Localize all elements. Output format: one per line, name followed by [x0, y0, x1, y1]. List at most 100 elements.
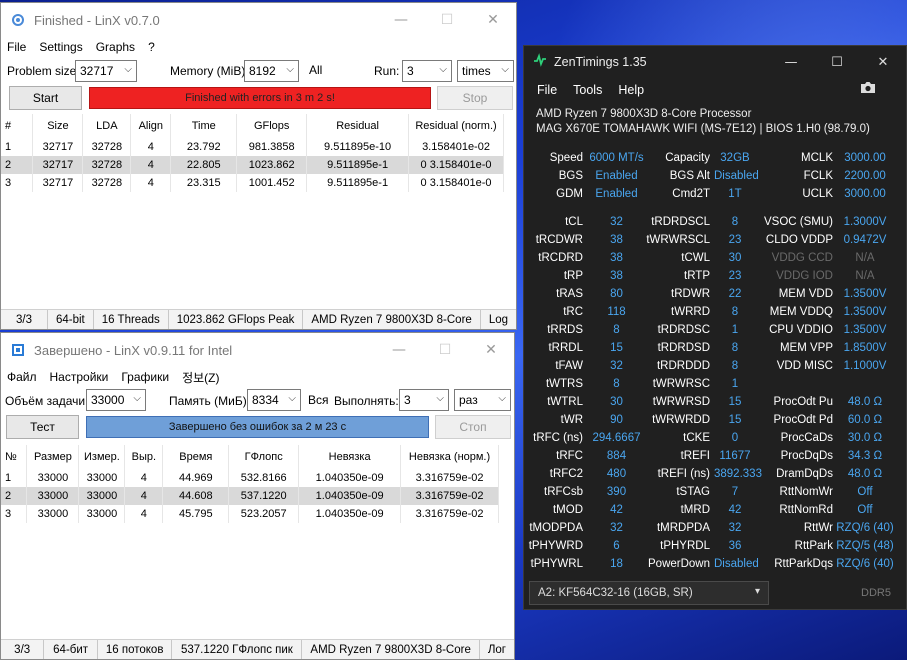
- col-header[interactable]: №: [1, 445, 28, 469]
- col-header[interactable]: Residual (norm.): [408, 114, 504, 138]
- window-title: Завершено - LinX v0.9.11 for Intel: [34, 342, 233, 358]
- timing-label: tSTAG: [676, 486, 710, 498]
- timing-label: tMRDPDA: [656, 522, 710, 534]
- problem-size-combo[interactable]: 33000 ⌵: [86, 389, 146, 411]
- maximize-icon[interactable]: ☐: [422, 333, 468, 367]
- minimize-icon[interactable]: —: [378, 3, 424, 37]
- timing-label: ProcCaDs: [780, 432, 833, 444]
- timing-label: ProcOdt Pd: [773, 414, 833, 426]
- col-header[interactable]: LDA: [82, 114, 132, 138]
- cell: 32717: [32, 174, 84, 192]
- col-header[interactable]: Time: [170, 114, 238, 138]
- start-button[interactable]: Start: [9, 86, 82, 110]
- col-header[interactable]: ГФлопс: [228, 445, 300, 469]
- linx-app-icon: [10, 12, 26, 28]
- cell: 32717: [32, 156, 84, 174]
- pulse-icon: [533, 53, 547, 71]
- menu-info[interactable]: 정보(Z): [182, 369, 219, 386]
- timing-label: MEM VPP: [779, 342, 833, 354]
- col-header[interactable]: Align: [130, 114, 172, 138]
- stop-button[interactable]: Stop: [437, 86, 513, 110]
- module-select[interactable]: A2: KF564C32-16 (16GB, SR) ▾: [529, 581, 769, 605]
- timing-label: tRAS: [556, 288, 583, 300]
- col-header[interactable]: GFlops: [236, 114, 308, 138]
- timing-label: RttNomRd: [779, 504, 833, 516]
- minimize-icon[interactable]: —: [376, 333, 422, 367]
- timing-label: tRDWR: [671, 288, 710, 300]
- run-unit-combo[interactable]: times ⌵: [457, 60, 514, 82]
- memory-combo[interactable]: 8334 ⌵: [247, 389, 301, 411]
- chevron-down-icon: ⌵: [439, 64, 447, 75]
- menu-file[interactable]: File: [537, 83, 557, 97]
- title-bar[interactable]: Завершено - LinX v0.9.11 for Intel — ☐ ✕: [1, 333, 514, 367]
- stop-button[interactable]: Стоп: [435, 415, 511, 439]
- problem-size-combo[interactable]: 32717 ⌵: [75, 60, 137, 82]
- close-icon[interactable]: ✕: [468, 333, 514, 367]
- maximize-icon[interactable]: ☐: [424, 3, 470, 37]
- menu-tools[interactable]: Tools: [573, 83, 602, 97]
- menu-graphs[interactable]: Графики: [121, 370, 169, 384]
- menu-file[interactable]: Файл: [7, 370, 37, 384]
- minimize-icon[interactable]: —: [768, 46, 814, 78]
- close-icon[interactable]: ✕: [860, 46, 906, 78]
- menu-help[interactable]: Help: [618, 83, 644, 97]
- title-bar[interactable]: Finished - LinX v0.7.0 — ☐ ✕: [1, 3, 516, 37]
- memory-combo[interactable]: 8192 ⌵: [244, 60, 299, 82]
- timing-value: Off: [857, 486, 873, 498]
- col-header[interactable]: Размер: [26, 445, 80, 469]
- menu-help[interactable]: ?: [148, 40, 155, 54]
- cell: 4: [130, 174, 172, 192]
- cell: 33000: [78, 487, 126, 505]
- cell: 3: [1, 174, 34, 192]
- cell: 1023.862: [236, 156, 308, 174]
- col-header[interactable]: #: [1, 114, 34, 138]
- timing-label: tRFCsb: [544, 486, 583, 498]
- run-count-combo[interactable]: 3 ⌵: [402, 60, 452, 82]
- run-unit-combo[interactable]: раз ⌵: [454, 389, 511, 411]
- menu-settings[interactable]: Настройки: [50, 370, 109, 384]
- cell: 33000: [78, 505, 126, 523]
- close-icon[interactable]: ✕: [470, 3, 516, 37]
- cell: 2: [1, 156, 34, 174]
- all-memory-button[interactable]: Вся: [308, 393, 329, 407]
- table-row[interactable]: 3 33000 33000 4 45.795 523.2057 1.040350e-09 3.…: [1, 505, 499, 523]
- timing-value: 1.8500V: [843, 342, 887, 354]
- run-count-combo[interactable]: 3 ⌵: [399, 389, 449, 411]
- table-row[interactable]: 1 32717 32728 4 23.792 981.3858 9.511895e-10 3.…: [1, 138, 504, 156]
- start-button[interactable]: Тест: [6, 415, 79, 439]
- timing-label: tWR: [560, 414, 583, 426]
- col-header[interactable]: Size: [32, 114, 84, 138]
- table-row[interactable]: 2 33000 33000 4 44.608 537.1220 1.040350e-09 3.…: [1, 487, 499, 505]
- col-header[interactable]: Невязка: [298, 445, 402, 469]
- cell: 32728: [82, 156, 132, 174]
- log-button[interactable]: Лог: [480, 640, 514, 660]
- log-button[interactable]: Log: [481, 310, 516, 330]
- cell: 1.040350e-09: [298, 505, 402, 523]
- camera-icon[interactable]: [860, 81, 876, 97]
- status-peak: 1023.862 GFlops Peak: [169, 309, 304, 329]
- timing-label: tCL: [565, 216, 583, 228]
- table-row[interactable]: 3 32717 32728 4 23.315 1001.452 9.511895e-1 0 3…: [1, 174, 504, 192]
- linx-app-icon: [10, 342, 26, 358]
- run-count-value: 3: [407, 64, 414, 78]
- col-header[interactable]: Residual: [306, 114, 410, 138]
- title-bar[interactable]: ZenTimings 1.35 — ☐ ✕: [524, 46, 906, 78]
- table-row[interactable]: 2 32717 32728 4 22.805 1023.862 9.511895e-1 0 3…: [1, 156, 504, 174]
- menu-file[interactable]: File: [7, 40, 26, 54]
- all-memory-button[interactable]: All: [309, 63, 322, 77]
- menu-graphs[interactable]: Graphs: [96, 40, 135, 54]
- cell: 23.792: [170, 138, 238, 156]
- status-bar: 3/3 64-бит 16 потоков 537.1220 ГФлопс пи…: [1, 639, 514, 659]
- col-header[interactable]: Невязка (норм.): [400, 445, 499, 469]
- timing-label: tREFI (ns): [657, 468, 710, 480]
- zentimings-window: ZenTimings 1.35 — ☐ ✕ File Tools Help AM…: [523, 45, 907, 610]
- col-header[interactable]: Выр.: [124, 445, 164, 469]
- col-header[interactable]: Измер.: [78, 445, 126, 469]
- cell: 0 3.158401e-0: [408, 174, 504, 192]
- table-row[interactable]: 1 33000 33000 4 44.969 532.8166 1.040350e-09 3.…: [1, 469, 499, 487]
- cell: 1001.452: [236, 174, 308, 192]
- maximize-icon[interactable]: ☐: [814, 46, 860, 78]
- col-header[interactable]: Время: [162, 445, 230, 469]
- menu-settings[interactable]: Settings: [39, 40, 82, 54]
- timing-value: 1.3500V: [843, 288, 887, 300]
